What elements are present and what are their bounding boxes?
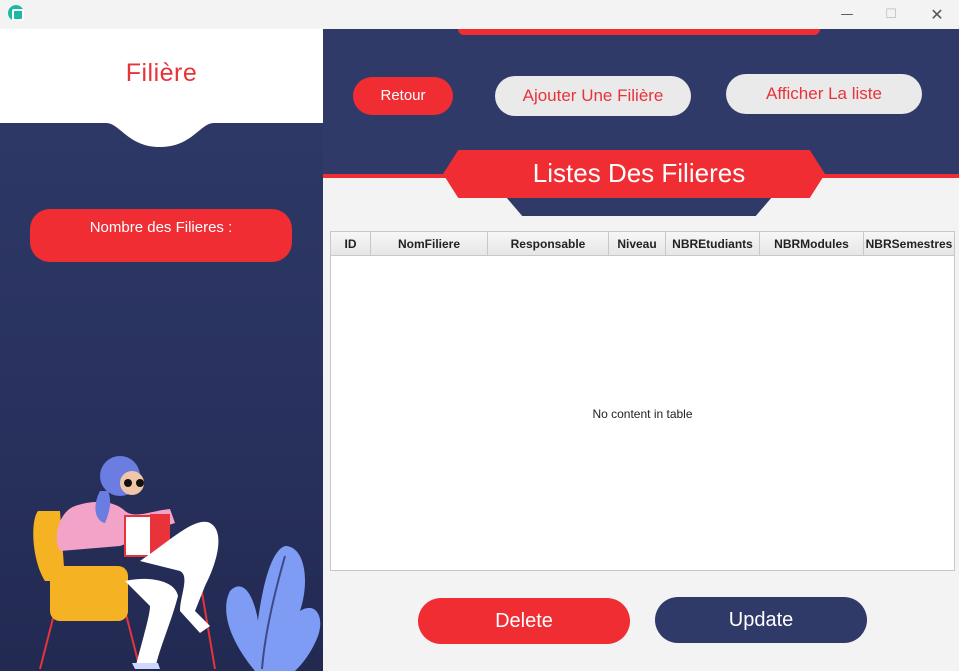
- nombre-filieres-label: Nombre des Filieres :: [30, 209, 292, 262]
- retour-button[interactable]: Retour: [353, 77, 453, 115]
- close-button[interactable]: ✕: [914, 0, 959, 29]
- column-header-nbretudiants[interactable]: NBREtudiants: [666, 232, 760, 256]
- ajouter-filiere-button[interactable]: Ajouter Une Filière: [495, 76, 691, 116]
- filieres-table[interactable]: ID NomFiliere Responsable Niveau NBREtud…: [330, 231, 955, 571]
- top-red-band: [458, 29, 820, 35]
- column-header-nomfiliere[interactable]: NomFiliere: [371, 232, 488, 256]
- sidebar-header-shape: [0, 29, 323, 147]
- maximize-button[interactable]: ☐: [868, 0, 914, 29]
- title-bar: — ☐ ✕: [0, 0, 959, 29]
- column-header-niveau[interactable]: Niveau: [609, 232, 666, 256]
- update-button[interactable]: Update: [655, 597, 867, 643]
- minimize-button[interactable]: —: [824, 0, 870, 29]
- afficher-liste-button[interactable]: Afficher La liste: [726, 74, 922, 114]
- page-title: Listes Des Filieres: [532, 158, 746, 188]
- sidebar-title: Filière: [125, 59, 198, 87]
- empty-table-message: No content in table: [592, 407, 693, 421]
- column-header-nbrmodules[interactable]: NBRModules: [760, 232, 864, 256]
- app-logo-icon: [8, 5, 24, 21]
- app-window: — ☐ ✕ Filière Nombre des Filieres : Reto…: [0, 0, 959, 671]
- column-header-responsable[interactable]: Responsable: [488, 232, 609, 256]
- column-header-id[interactable]: ID: [331, 232, 371, 256]
- delete-button[interactable]: Delete: [418, 598, 630, 644]
- column-header-nbrsemestres[interactable]: NBRSemestres: [864, 232, 954, 256]
- reading-woman-illustration: [33, 456, 321, 671]
- sidebar: Filière Nombre des Filieres :: [0, 29, 323, 671]
- table-header: ID NomFiliere Responsable Niveau NBREtud…: [331, 232, 954, 256]
